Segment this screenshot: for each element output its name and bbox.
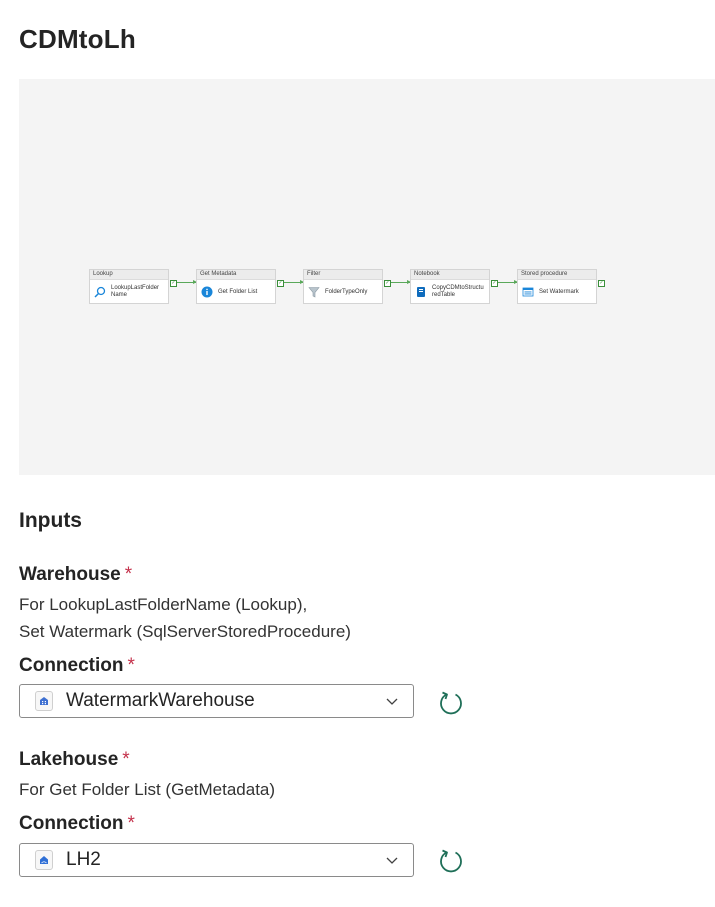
lakehouse-label-text: Lakehouse xyxy=(19,749,119,770)
activity-filter[interactable]: Filter FolderTypeOnly xyxy=(303,269,383,304)
lakehouse-description-line1: For Get Folder List (GetMetadata) xyxy=(19,780,276,799)
activity-type-label: Notebook xyxy=(411,270,489,280)
page-title: CDMtoLh xyxy=(19,24,136,54)
activity-type-label: Get Metadata xyxy=(197,270,275,280)
warehouse-description-line2: Set Watermark (SqlServerStoredProcedure) xyxy=(19,622,351,641)
activity-stored-procedure[interactable]: Stored procedure Set Watermark xyxy=(517,269,597,304)
success-connector xyxy=(391,280,411,284)
pipeline-canvas[interactable]: Lookup LookupLastFolderName ✓ Get Metada… xyxy=(19,79,715,475)
required-indicator: * xyxy=(124,564,133,585)
lakehouse-label: Lakehouse * xyxy=(19,749,130,771)
activity-type-label: Filter xyxy=(304,270,382,280)
activity-name: LookupLastFolderName xyxy=(111,285,160,298)
lakehouse-icon xyxy=(35,850,53,870)
activity-name: CopyCDMtoStructuredTable xyxy=(432,285,484,298)
success-port-icon[interactable]: ✓ xyxy=(170,280,177,287)
chevron-down-icon xyxy=(385,853,399,872)
lakehouse-connection-label: Connection * xyxy=(19,813,135,835)
warehouse-label: Warehouse * xyxy=(19,564,132,586)
chevron-down-icon xyxy=(385,694,399,713)
warehouse-description: For LookupLastFolderName (Lookup), Set W… xyxy=(19,591,351,645)
activity-name: Get Folder List xyxy=(218,288,258,295)
lookup-icon xyxy=(94,286,106,298)
filter-icon xyxy=(308,286,320,298)
warehouse-label-text: Warehouse xyxy=(19,564,121,585)
warehouse-description-line1: For LookupLastFolderName (Lookup), xyxy=(19,595,308,614)
lakehouse-description: For Get Folder List (GetMetadata) xyxy=(19,776,275,803)
activity-notebook[interactable]: Notebook CopyCDMtoStructuredTable xyxy=(410,269,490,304)
notebook-icon xyxy=(415,286,427,298)
warehouse-refresh-button[interactable] xyxy=(437,690,465,718)
success-port-icon[interactable]: ✓ xyxy=(598,280,605,287)
warehouse-connection-dropdown[interactable]: WatermarkWarehouse xyxy=(19,684,414,718)
warehouse-connection-label-text: Connection xyxy=(19,655,124,676)
success-port-icon[interactable]: ✓ xyxy=(384,280,391,287)
required-indicator: * xyxy=(122,749,130,770)
refresh-icon xyxy=(438,689,464,720)
success-connector xyxy=(284,280,304,284)
lakehouse-connection-value: LH2 xyxy=(66,849,101,870)
activity-name: Set Watermark xyxy=(539,288,579,295)
required-indicator: * xyxy=(127,655,135,676)
required-indicator: * xyxy=(127,813,135,834)
info-icon xyxy=(201,286,213,298)
lakehouse-connection-dropdown[interactable]: LH2 xyxy=(19,843,414,877)
activity-type-label: Lookup xyxy=(90,270,168,280)
activity-lookup[interactable]: Lookup LookupLastFolderName xyxy=(89,269,169,304)
success-connector xyxy=(498,280,518,284)
success-connector xyxy=(177,280,197,284)
activity-name: FolderTypeOnly xyxy=(325,288,368,295)
activity-get-metadata[interactable]: Get Metadata Get Folder List xyxy=(196,269,276,304)
warehouse-connection-label: Connection * xyxy=(19,655,135,677)
inputs-heading: Inputs xyxy=(19,509,82,532)
activity-type-label: Stored procedure xyxy=(518,270,596,280)
warehouse-icon xyxy=(35,691,53,711)
warehouse-connection-value: WatermarkWarehouse xyxy=(66,690,255,711)
stored-procedure-icon xyxy=(522,286,534,298)
success-port-icon[interactable]: ✓ xyxy=(491,280,498,287)
refresh-icon xyxy=(438,847,464,878)
lakehouse-refresh-button[interactable] xyxy=(437,848,465,876)
success-port-icon[interactable]: ✓ xyxy=(277,280,284,287)
lakehouse-connection-label-text: Connection xyxy=(19,813,124,834)
